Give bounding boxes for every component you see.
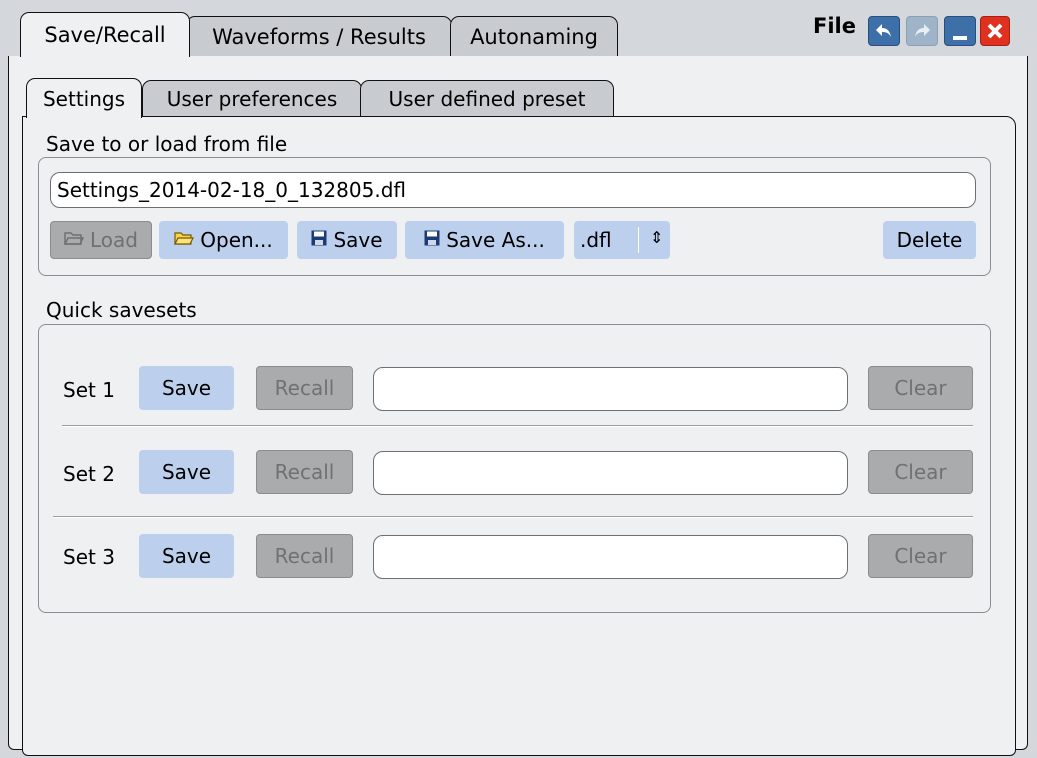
window-title: File bbox=[813, 14, 856, 38]
extension-select[interactable]: .dfl ⇕ bbox=[574, 221, 670, 259]
set1-recall-button[interactable]: Recall bbox=[256, 366, 353, 410]
tab-user-preferences[interactable]: User preferences bbox=[142, 80, 362, 116]
delete-button[interactable]: Delete bbox=[883, 221, 976, 259]
recall-label: Recall bbox=[274, 460, 335, 484]
recall-label: Recall bbox=[274, 544, 335, 568]
divider bbox=[62, 425, 973, 427]
set2-save-button[interactable]: Save bbox=[139, 450, 234, 494]
load-label: Load bbox=[90, 228, 138, 252]
tab-label: Settings bbox=[42, 86, 126, 111]
tab-label: Waveforms / Results bbox=[212, 24, 426, 49]
set1-clear-button[interactable]: Clear bbox=[868, 366, 973, 410]
minimize-icon[interactable] bbox=[944, 16, 976, 46]
set-label: Set 3 bbox=[63, 545, 115, 569]
tab-save-recall[interactable]: Save/Recall bbox=[20, 12, 190, 57]
load-button[interactable]: Load bbox=[50, 221, 152, 259]
folder-open-icon bbox=[174, 230, 195, 251]
set2-name-field[interactable] bbox=[373, 451, 848, 495]
tab-label: Autonaming bbox=[470, 24, 598, 49]
floppy-disk-icon bbox=[424, 230, 440, 251]
clear-label: Clear bbox=[894, 544, 947, 568]
clear-label: Clear bbox=[894, 460, 947, 484]
quick-group-title: Quick savesets bbox=[46, 298, 197, 322]
save-label: Save bbox=[161, 544, 212, 568]
floppy-disk-icon bbox=[311, 230, 327, 251]
save-label: Save bbox=[333, 228, 383, 252]
tab-settings[interactable]: Settings bbox=[26, 78, 142, 118]
set2-clear-button[interactable]: Clear bbox=[868, 450, 973, 494]
set2-recall-button[interactable]: Recall bbox=[256, 450, 353, 494]
tab-autonaming[interactable]: Autonaming bbox=[450, 16, 618, 56]
open-button[interactable]: Open... bbox=[159, 221, 288, 259]
folder-open-icon bbox=[63, 230, 85, 251]
set3-clear-button[interactable]: Clear bbox=[868, 534, 973, 578]
set3-recall-button[interactable]: Recall bbox=[256, 534, 353, 578]
filename-field[interactable]: Settings_2014-02-18_0_132805.dfl bbox=[50, 172, 976, 208]
undo-icon[interactable] bbox=[868, 16, 900, 46]
divider bbox=[53, 516, 973, 518]
delete-label: Delete bbox=[896, 228, 963, 252]
save-label: Save bbox=[161, 460, 212, 484]
set-label: Set 2 bbox=[63, 462, 115, 486]
select-divider bbox=[638, 227, 639, 253]
save-label: Save bbox=[161, 376, 212, 400]
set-label: Set 1 bbox=[63, 378, 115, 402]
recall-label: Recall bbox=[274, 376, 335, 400]
set1-save-button[interactable]: Save bbox=[139, 366, 234, 410]
file-group-title: Save to or load from file bbox=[46, 132, 288, 156]
tab-label: Save/Recall bbox=[44, 23, 166, 47]
close-icon[interactable] bbox=[980, 16, 1010, 46]
save-as-label: Save As... bbox=[446, 228, 545, 252]
filename-value: Settings_2014-02-18_0_132805.dfl bbox=[57, 178, 406, 202]
clear-label: Clear bbox=[894, 376, 947, 400]
tab-waveforms-results[interactable]: Waveforms / Results bbox=[186, 16, 452, 56]
save-as-button[interactable]: Save As... bbox=[405, 221, 564, 259]
set3-save-button[interactable]: Save bbox=[139, 534, 234, 578]
tab-label: User preferences bbox=[166, 86, 338, 111]
set1-name-field[interactable] bbox=[373, 367, 848, 411]
extension-value: .dfl bbox=[580, 228, 612, 252]
save-button[interactable]: Save bbox=[297, 221, 397, 259]
up-down-arrow-icon: ⇕ bbox=[650, 228, 664, 247]
set3-name-field[interactable] bbox=[373, 535, 848, 579]
tab-label: User defined preset bbox=[388, 86, 586, 111]
tab-user-defined-preset[interactable]: User defined preset bbox=[360, 80, 614, 116]
open-label: Open... bbox=[200, 228, 273, 252]
redo-icon[interactable] bbox=[906, 16, 938, 46]
